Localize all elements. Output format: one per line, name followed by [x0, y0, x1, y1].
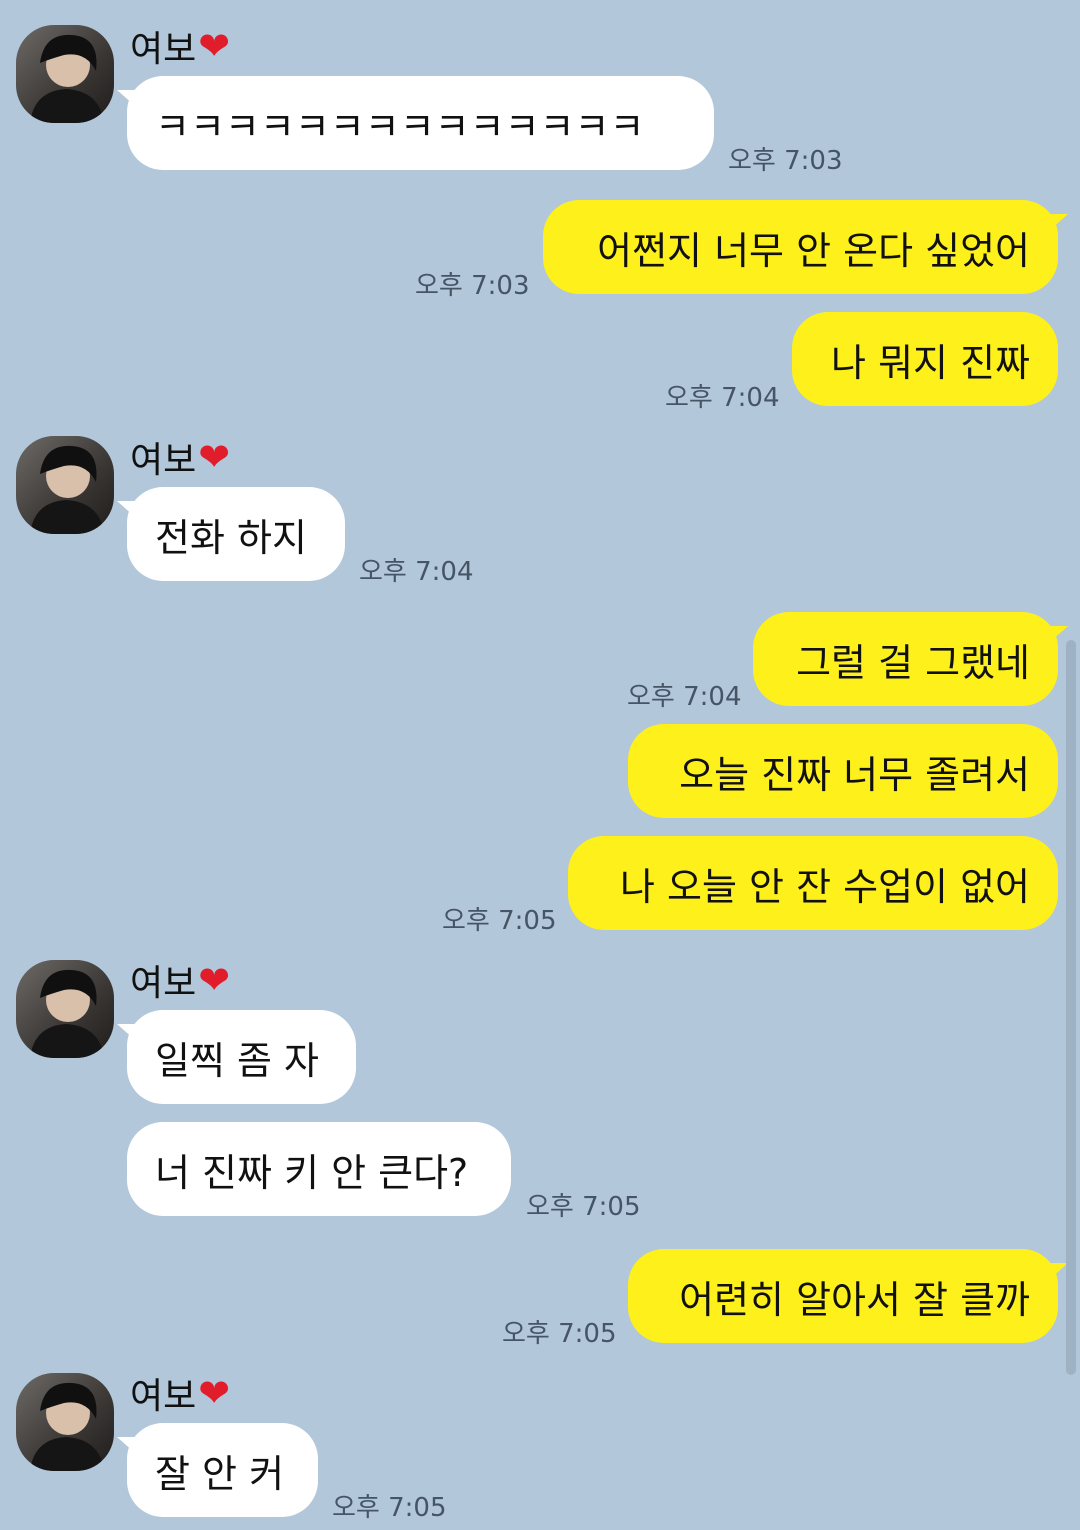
message-text: 잘 안 커 [155, 1451, 285, 1496]
message-time: 오후 7:05 [442, 906, 557, 936]
avatar-photo-icon [30, 969, 104, 1058]
outgoing-message[interactable]: 나 오늘 안 잔 수업이 없어 [568, 836, 1058, 930]
message-text: 일찍 좀 자 [155, 1038, 319, 1083]
sender-name-text: 여보 [130, 1376, 197, 1417]
message-time: 오후 7:05 [332, 1493, 447, 1523]
sender-name: 여보 ❤ [130, 958, 231, 1004]
sender-name-text: 여보 [130, 963, 197, 1004]
sender-name-text: 여보 [130, 29, 197, 70]
contact-avatar[interactable] [16, 1373, 114, 1471]
message-text: 어련히 알아서 잘 클까 [679, 1277, 1030, 1322]
avatar-photo-icon [30, 34, 104, 123]
sender-name: 여보 ❤ [130, 24, 231, 70]
chat-room[interactable]: 여보 ❤ ㅋㅋㅋㅋㅋㅋㅋㅋㅋㅋㅋㅋㅋㅋ 오후 7:03 어쩐지 너무 안 온다 싶… [0, 0, 1080, 1530]
message-text: 너 진짜 키 안 큰다? [155, 1150, 469, 1195]
heart-icon: ❤ [198, 435, 231, 479]
message-time: 오후 7:05 [502, 1319, 617, 1349]
message-time: 오후 7:03 [415, 271, 530, 301]
outgoing-message[interactable]: 어쩐지 너무 안 온다 싶었어 [543, 200, 1068, 294]
sender-name: 여보 ❤ [130, 1371, 231, 1417]
contact-avatar[interactable] [16, 960, 114, 1058]
heart-icon: ❤ [198, 24, 231, 68]
message-text: 어쩐지 너무 안 온다 싶었어 [597, 228, 1030, 273]
message-text: 오늘 진짜 너무 졸려서 [679, 752, 1030, 797]
sender-name-text: 여보 [130, 440, 197, 481]
incoming-message[interactable]: 전화 하지 [117, 487, 345, 581]
message-time: 오후 7:04 [665, 383, 780, 413]
message-time: 오후 7:03 [728, 146, 843, 176]
message-time: 오후 7:05 [526, 1192, 641, 1222]
outgoing-message[interactable]: 그럴 걸 그랬네 [753, 612, 1068, 706]
contact-avatar[interactable] [16, 436, 114, 534]
outgoing-message[interactable]: 어련히 알아서 잘 클까 [628, 1249, 1068, 1343]
avatar-photo-icon [30, 445, 104, 534]
heart-icon: ❤ [198, 958, 231, 1002]
message-text: 전화 하지 [155, 515, 307, 560]
heart-icon: ❤ [198, 1371, 231, 1415]
chat-scrollbar[interactable] [1066, 640, 1076, 1375]
avatar-photo-icon [30, 1382, 104, 1471]
message-text: 그럴 걸 그랬네 [796, 640, 1030, 685]
outgoing-message[interactable]: 오늘 진짜 너무 졸려서 [628, 724, 1058, 818]
sender-name: 여보 ❤ [130, 435, 231, 481]
message-text: ㅋㅋㅋㅋㅋㅋㅋㅋㅋㅋㅋㅋㅋㅋ [155, 104, 645, 149]
incoming-message[interactable]: 잘 안 커 [117, 1423, 318, 1517]
outgoing-message[interactable]: 나 뭐지 진짜 [792, 312, 1058, 406]
incoming-message[interactable]: 너 진짜 키 안 큰다? [127, 1122, 511, 1216]
message-time: 오후 7:04 [627, 682, 742, 712]
incoming-message[interactable]: ㅋㅋㅋㅋㅋㅋㅋㅋㅋㅋㅋㅋㅋㅋ [117, 76, 714, 170]
contact-avatar[interactable] [16, 25, 114, 123]
message-text: 나 뭐지 진짜 [831, 340, 1030, 385]
message-time: 오후 7:04 [359, 557, 474, 587]
message-text: 나 오늘 안 잔 수업이 없어 [620, 864, 1030, 909]
incoming-message[interactable]: 일찍 좀 자 [117, 1010, 356, 1104]
